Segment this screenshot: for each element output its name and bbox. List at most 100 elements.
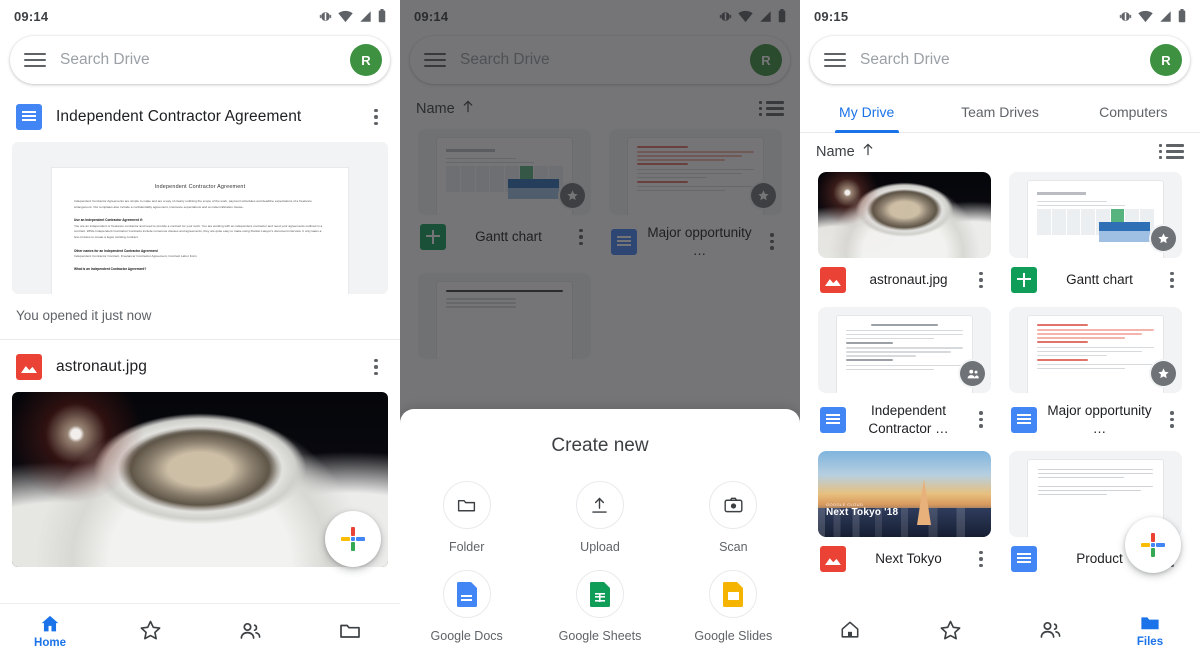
- nav-item-starred[interactable]: [100, 604, 200, 657]
- next-tokyo-photo-thumbnail[interactable]: GOOGLE CLOUD Next Tokyo '18: [818, 451, 991, 538]
- search-bar[interactable]: Search Drive R: [410, 36, 790, 84]
- kebab-menu-icon[interactable]: [1162, 268, 1182, 293]
- battery-icon: [378, 9, 386, 23]
- list-view-icon[interactable]: [1159, 144, 1184, 159]
- shared-badge: [960, 361, 985, 386]
- search-input[interactable]: Search Drive: [860, 51, 1136, 69]
- astronaut-photo-thumbnail[interactable]: [818, 172, 991, 258]
- kebab-menu-icon[interactable]: [366, 355, 386, 380]
- file-card[interactable]: GOOGLE CLOUD Next Tokyo '18 Next Tokyo: [818, 451, 991, 573]
- contract-document-thumbnail[interactable]: [818, 307, 991, 393]
- gantt-chart-thumbnail[interactable]: [1009, 172, 1182, 258]
- google-docs-icon: [1011, 546, 1037, 573]
- file-card[interactable]: astronaut.jpg: [818, 172, 991, 293]
- create-new-fab[interactable]: [1125, 517, 1181, 573]
- hamburger-menu-icon[interactable]: [424, 53, 446, 67]
- feed-item-meta: You opened it just now: [16, 308, 152, 323]
- kebab-menu-icon[interactable]: [971, 268, 991, 293]
- battery-icon: [778, 9, 786, 23]
- gantt-chart-thumbnail[interactable]: [418, 129, 591, 215]
- image-file-icon: [16, 354, 42, 380]
- kebab-menu-icon[interactable]: [366, 105, 386, 130]
- tab-my-drive[interactable]: My Drive: [800, 90, 933, 133]
- sheet-option-google-docs[interactable]: Google Docs: [400, 570, 533, 643]
- document-preview-thumbnail[interactable]: Independent Contractor Agreement Indepen…: [12, 142, 388, 294]
- status-icons: [1119, 9, 1186, 23]
- nav-item-shared[interactable]: [200, 604, 300, 657]
- thumbnail-page: [437, 138, 572, 215]
- google-slides-icon: [709, 570, 758, 618]
- create-new-fab[interactable]: [325, 511, 381, 567]
- nav-label-files: Files: [1136, 636, 1164, 648]
- avatar[interactable]: R: [750, 44, 782, 76]
- file-card[interactable]: Major opportunity …: [1009, 307, 1182, 437]
- wifi-icon: [338, 10, 353, 23]
- file-name: Gantt chart: [475, 229, 542, 245]
- starred-badge: [751, 183, 776, 208]
- hamburger-menu-icon[interactable]: [824, 53, 846, 67]
- red-text-document-thumbnail[interactable]: [609, 129, 782, 215]
- sheet-option-google-sheets[interactable]: Google Sheets: [533, 570, 666, 643]
- kebab-menu-icon[interactable]: [571, 225, 591, 250]
- file-card-footer: Major opportunity …: [609, 215, 782, 259]
- file-card-footer: Next Tokyo: [818, 537, 991, 573]
- plain-document-thumbnail[interactable]: [418, 273, 591, 360]
- search-input[interactable]: Search Drive: [460, 51, 736, 69]
- kebab-menu-icon[interactable]: [762, 229, 782, 254]
- bottom-navigation: Files: [800, 603, 1200, 657]
- status-icons: [319, 9, 386, 23]
- thumbnail-page: [628, 138, 763, 215]
- nav-item-files[interactable]: Files: [1100, 603, 1200, 657]
- drive-tabs: My Drive Team Drives Computers: [800, 90, 1200, 133]
- sheet-option-scan[interactable]: Scan: [667, 481, 800, 554]
- nav-item-shared[interactable]: [1000, 603, 1100, 657]
- sheet-option-upload[interactable]: Upload: [533, 481, 666, 554]
- create-new-bottom-sheet: Create new Folder Upload Scan Google Doc…: [400, 409, 800, 657]
- file-card[interactable]: Gantt chart: [418, 129, 591, 259]
- nav-item-home[interactable]: [800, 603, 900, 657]
- hamburger-menu-icon[interactable]: [24, 53, 46, 67]
- file-card-footer: Gantt chart: [418, 215, 591, 250]
- sheet-option-google-slides[interactable]: Google Slides: [667, 570, 800, 643]
- preview-body-1: You are an independent or freelance cont…: [74, 223, 323, 239]
- avatar[interactable]: R: [350, 44, 382, 76]
- signal-icon: [1159, 10, 1172, 23]
- file-card[interactable]: Major opportunity …: [609, 129, 782, 259]
- status-clock: 09:15: [814, 8, 849, 24]
- avatar[interactable]: R: [1150, 44, 1182, 76]
- sort-button[interactable]: Name: [816, 143, 874, 160]
- kebab-menu-icon[interactable]: [971, 547, 991, 572]
- feed-item-document[interactable]: Independent Contractor Agreement Indepen…: [0, 90, 400, 339]
- google-docs-icon: [442, 570, 491, 618]
- sort-row: Name: [800, 133, 1200, 172]
- file-card[interactable]: Independent Contractor …: [818, 307, 991, 437]
- nav-item-home[interactable]: Home: [0, 604, 100, 657]
- search-bar[interactable]: Search Drive R: [810, 36, 1190, 84]
- astronaut-photo: [818, 172, 991, 258]
- search-input[interactable]: Search Drive: [60, 51, 336, 69]
- ringer-vibrate-icon: [319, 10, 332, 23]
- tab-computers[interactable]: Computers: [1067, 90, 1200, 132]
- tab-team-drives[interactable]: Team Drives: [933, 90, 1066, 132]
- sheet-option-label: Upload: [580, 540, 620, 554]
- kebab-menu-icon[interactable]: [1162, 407, 1182, 432]
- google-docs-icon: [16, 104, 42, 130]
- search-bar[interactable]: Search Drive R: [10, 36, 390, 84]
- bottom-navigation: Home: [0, 603, 400, 657]
- red-text-document-thumbnail[interactable]: [1009, 307, 1182, 393]
- sheet-option-folder[interactable]: Folder: [400, 481, 533, 554]
- file-card[interactable]: [418, 273, 591, 360]
- status-bar: 09:15: [800, 0, 1200, 32]
- image-file-icon: [820, 267, 846, 293]
- search-bar-container: Search Drive R: [400, 32, 800, 90]
- kebab-menu-icon[interactable]: [971, 407, 991, 432]
- list-view-icon[interactable]: [759, 101, 784, 116]
- sheet-option-label: Scan: [719, 540, 748, 554]
- folder-icon: [340, 624, 360, 638]
- ringer-vibrate-icon: [719, 10, 732, 23]
- sort-button[interactable]: Name: [416, 100, 474, 117]
- nav-item-starred[interactable]: [900, 603, 1000, 657]
- starred-badge: [560, 183, 585, 208]
- nav-item-files[interactable]: [300, 604, 400, 657]
- file-card[interactable]: Gantt chart: [1009, 172, 1182, 293]
